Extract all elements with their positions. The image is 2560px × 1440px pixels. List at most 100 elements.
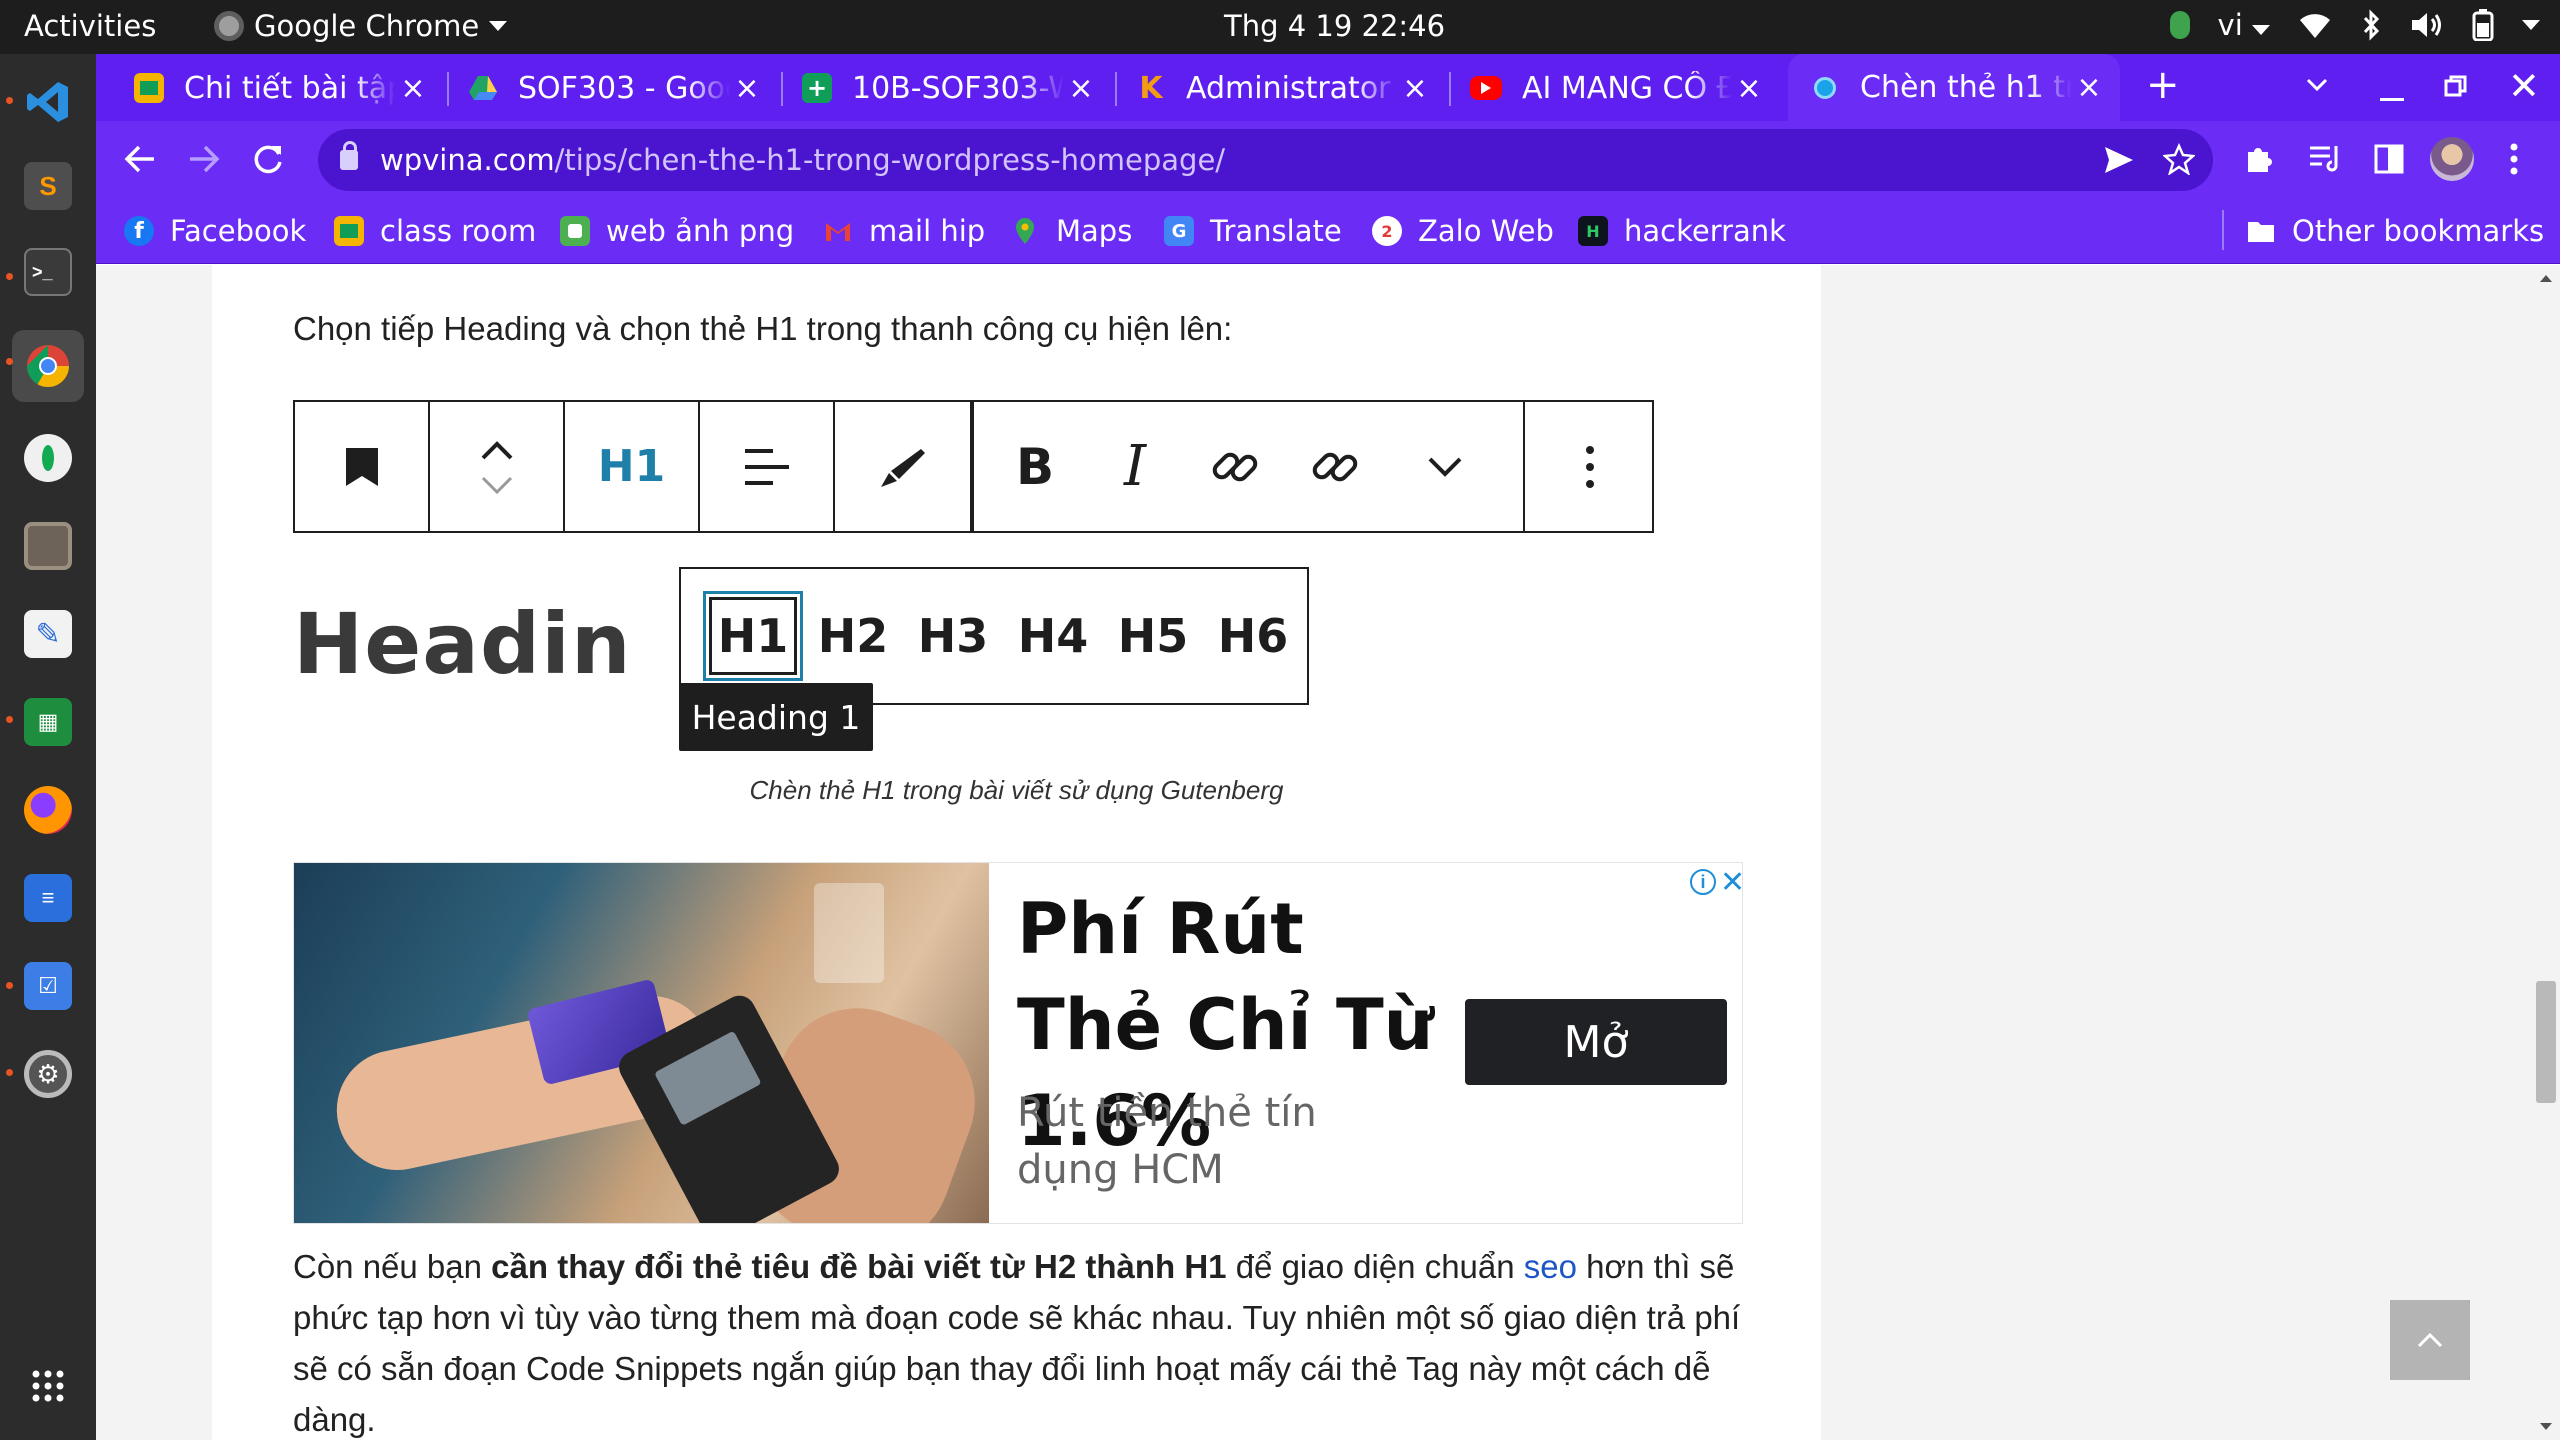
activities-button[interactable]: Activities <box>24 9 156 43</box>
bookmark-mail-hip[interactable]: mail hip <box>823 207 985 255</box>
close-icon[interactable]: × <box>1064 71 1098 106</box>
dock-files[interactable] <box>12 510 84 582</box>
dock-chrome[interactable] <box>12 330 84 402</box>
dock-docs[interactable]: ≡ <box>12 862 84 934</box>
bookmark-label: class room <box>380 214 537 248</box>
zalo-icon: 2 <box>1372 216 1402 246</box>
dock-show-apps[interactable] <box>12 1350 84 1422</box>
scrollbar-thumb[interactable] <box>2536 981 2556 1103</box>
url-path: /tips/chen-the-h1-trong-wordpress-homepa… <box>554 143 1226 177</box>
sheets-icon: + <box>802 73 832 103</box>
dock-vscode[interactable] <box>12 66 84 138</box>
extensions-icon[interactable] <box>2244 142 2276 174</box>
lock-icon[interactable] <box>340 141 358 170</box>
close-icon[interactable]: × <box>1732 71 1766 106</box>
close-icon[interactable]: × <box>730 71 764 106</box>
heading-level-h2: H2 <box>817 609 889 663</box>
bookmark-facebook[interactable]: f Facebook <box>124 207 306 255</box>
bookmark-zalo-web[interactable]: 2 Zalo Web <box>1372 207 1554 255</box>
ad-close-icon[interactable]: ✕ <box>1720 865 1742 900</box>
body-bold-text: cần thay đổi thẻ tiêu đề bài viết từ H2 … <box>491 1248 1227 1285</box>
dock-sheets[interactable]: ▦ <box>12 686 84 758</box>
input-language[interactable]: vi <box>2218 8 2270 42</box>
body-text: để giao diện chuẩn <box>1226 1248 1524 1285</box>
scroll-up-arrow-icon[interactable] <box>2540 275 2552 282</box>
bookmark-translate[interactable]: G Translate <box>1164 207 1342 255</box>
minimize-button[interactable] <box>2380 98 2404 101</box>
bookmark-label: Zalo Web <box>1418 214 1554 248</box>
tab-youtube[interactable]: AI MANG CÔ Đ × <box>1470 62 1766 114</box>
media-controls-icon[interactable] <box>2308 144 2342 174</box>
close-icon[interactable]: × <box>396 71 430 106</box>
close-icon[interactable]: × <box>2072 70 2106 105</box>
bookmark-block-icon <box>295 402 430 531</box>
bookmark-label: Maps <box>1056 214 1133 248</box>
scroll-down-arrow-icon[interactable] <box>2540 1423 2552 1430</box>
clock[interactable]: Thg 4 19 22:46 <box>1224 9 1445 43</box>
ad-description[interactable]: Rút tiền thẻ tín dụng HCM <box>1017 1085 1417 1199</box>
dock-settings[interactable]: ⚙ <box>12 1038 84 1110</box>
bookmark-maps[interactable]: Maps <box>1010 207 1132 255</box>
tab-separator <box>1115 72 1117 106</box>
advertisement[interactable]: Phí Rút Thẻ Chỉ Từ 1.6% Rút tiền thẻ tín… <box>293 862 1743 1224</box>
more-options-icon <box>1525 402 1654 531</box>
dock: S >_ ✎ ▦ ≡ ☑ ⚙ <box>0 54 96 1440</box>
ad-info-icon[interactable]: i <box>1690 869 1716 895</box>
chevron-down-icon <box>1395 402 1495 531</box>
input-language-label: vi <box>2217 8 2243 42</box>
dock-firefox[interactable] <box>12 774 84 846</box>
more-menu-icon[interactable] <box>2508 142 2520 176</box>
dock-terminal[interactable]: >_ <box>12 236 84 308</box>
running-indicator <box>6 716 13 723</box>
close-window-button[interactable]: ✕ <box>2508 64 2540 108</box>
bookmark-web-anh-png[interactable]: web ảnh png <box>560 207 794 255</box>
close-icon[interactable]: × <box>1398 71 1432 106</box>
move-up-down-icon <box>430 402 565 531</box>
text-editor-icon: ✎ <box>24 610 72 658</box>
gutenberg-toolbar-image: H1 B I <box>293 400 1654 533</box>
reload-button[interactable] <box>252 142 284 176</box>
app-menu[interactable]: Google Chrome <box>214 9 508 43</box>
wpvina-icon <box>1810 73 1840 103</box>
seo-link[interactable]: seo <box>1524 1248 1577 1285</box>
new-tab-button[interactable]: + <box>2146 62 2180 108</box>
dock-tasks[interactable]: ☑ <box>12 950 84 1022</box>
battery-icon <box>2472 9 2494 41</box>
system-tray[interactable]: vi <box>2169 8 2540 42</box>
scroll-to-top-button[interactable] <box>2390 1300 2470 1380</box>
ad-open-button[interactable]: Mở <box>1465 999 1727 1085</box>
classroom-icon <box>334 216 364 246</box>
back-button[interactable] <box>124 144 156 174</box>
firefox-icon <box>24 786 72 834</box>
wifi-icon <box>2300 14 2330 38</box>
heading-level-h5: H5 <box>1117 609 1189 663</box>
bookmark-hackerrank[interactable]: H hackerrank <box>1578 207 1786 255</box>
dock-sublime[interactable]: S <box>12 150 84 222</box>
bookmark-class-room[interactable]: class room <box>334 207 536 255</box>
running-indicator <box>6 982 13 989</box>
image-icon <box>560 216 590 246</box>
dock-text-editor[interactable]: ✎ <box>12 598 84 670</box>
restore-button[interactable] <box>2444 74 2468 98</box>
tab-search-chevron-icon[interactable] <box>2306 78 2328 92</box>
bookmark-label: Translate <box>1210 214 1342 248</box>
folder-icon <box>2248 222 2274 242</box>
forward-button[interactable] <box>188 144 220 174</box>
profile-avatar[interactable] <box>2430 137 2474 181</box>
tab-administrator[interactable]: K Administrator | × <box>1136 62 1432 114</box>
other-bookmarks[interactable]: Other bookmarks <box>2246 207 2544 255</box>
dock-mongodb[interactable] <box>12 422 84 494</box>
tab-10b-sof303[interactable]: + 10B-SOF303-W × <box>802 62 1098 114</box>
tab-separator <box>447 72 449 106</box>
address-bar[interactable]: wpvina.com/tips/chen-the-h1-trong-wordpr… <box>318 129 2213 191</box>
side-panel-icon[interactable] <box>2374 144 2404 174</box>
tab-sof303-google[interactable]: SOF303 - Google × <box>468 62 764 114</box>
tab-chi-tiet-bai-tap[interactable]: Chi tiết bài tập × <box>134 62 430 114</box>
bookmark-star-icon[interactable] <box>2163 143 2195 175</box>
scrollbar[interactable] <box>2532 265 2560 1440</box>
send-to-devices-icon[interactable] <box>2103 145 2135 175</box>
show-apps-icon <box>32 1370 64 1402</box>
tab-chen-the-h1[interactable]: Chèn thẻ h1 tr × <box>1788 54 2120 121</box>
tab-separator <box>781 72 783 106</box>
ad-photo[interactable] <box>294 863 989 1223</box>
